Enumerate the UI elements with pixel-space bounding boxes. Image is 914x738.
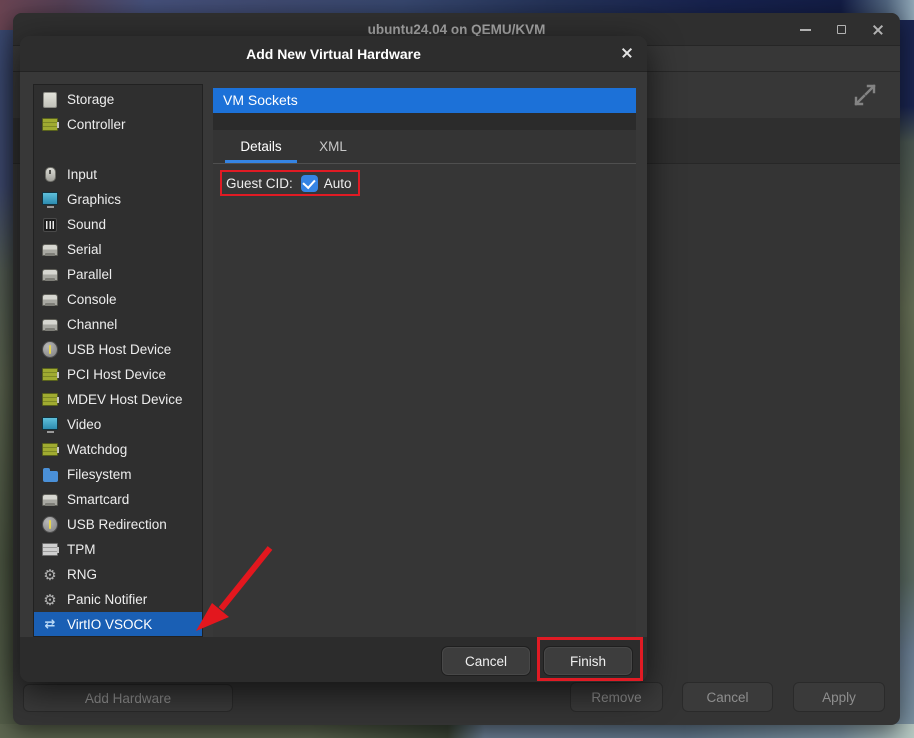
speaker-icon [42, 217, 58, 233]
port-icon [42, 242, 58, 258]
cancel-button[interactable]: Cancel [441, 646, 531, 676]
panel-content: Guest CID: Auto [213, 164, 636, 637]
guest-cid-label: Guest CID: [226, 176, 293, 191]
mouse-icon [42, 167, 58, 183]
sidebar-item-label: Video [67, 417, 101, 432]
fullscreen-icon[interactable] [852, 82, 878, 108]
hardware-type-list: Storage Controller Input Graphics Sound Seria… [33, 84, 203, 637]
finish-annotation-rect [537, 637, 643, 681]
sidebar-item-parallel[interactable]: Parallel [34, 262, 202, 287]
sidebar-item-label: Serial [67, 242, 102, 257]
panel-header: VM Sockets [213, 88, 636, 113]
sidebar-item-label: Console [67, 292, 117, 307]
sidebar-item-label: TPM [67, 542, 96, 557]
tab-details[interactable]: Details [225, 130, 297, 163]
sidebar-item-tpm[interactable]: TPM [34, 537, 202, 562]
sidebar-item-label: VirtIO VSOCK [67, 617, 152, 632]
sidebar-item-watchdog[interactable]: Watchdog [34, 437, 202, 462]
sidebar-item-label: RNG [67, 567, 97, 582]
sidebar-item-label: Channel [67, 317, 117, 332]
sidebar-item-video[interactable]: Video [34, 412, 202, 437]
chip-green-icon [42, 442, 58, 458]
sidebar-spacer [34, 137, 202, 162]
dialog-close-icon[interactable] [621, 47, 633, 59]
sidebar-item-panic-notifier[interactable]: ⚙ Panic Notifier [34, 587, 202, 612]
arrows-icon: ⇄ [42, 617, 58, 633]
sidebar-item-label: Smartcard [67, 492, 129, 507]
auto-checkbox[interactable] [301, 175, 318, 192]
tab-xml[interactable]: XML [297, 130, 369, 163]
sidebar-item-pci-host-device[interactable]: PCI Host Device [34, 362, 202, 387]
sidebar-item-label: Storage [67, 92, 114, 107]
chip-green-icon [42, 392, 58, 408]
sidebar-item-graphics[interactable]: Graphics [34, 187, 202, 212]
auto-checkbox-label: Auto [324, 176, 352, 191]
sidebar-item-label: Input [67, 167, 97, 182]
sidebar-item-label: Graphics [67, 192, 121, 207]
wallpaper-bottom-strip [0, 724, 914, 738]
sidebar-item-label: PCI Host Device [67, 367, 166, 382]
port-icon [42, 492, 58, 508]
port-icon [42, 267, 58, 283]
remove-button[interactable]: Remove [570, 682, 663, 712]
sidebar-item-filesystem[interactable]: Filesystem [34, 462, 202, 487]
disk-icon [42, 92, 58, 108]
sidebar-item-console[interactable]: Console [34, 287, 202, 312]
add-hardware-button[interactable]: Add Hardware [23, 684, 233, 712]
vm-window-title: ubuntu24.04 on QEMU/KVM [368, 22, 546, 37]
sidebar-item-smartcard[interactable]: Smartcard [34, 487, 202, 512]
port-icon [42, 317, 58, 333]
sidebar-item-serial[interactable]: Serial [34, 237, 202, 262]
add-hardware-dialog: Add New Virtual Hardware Storage Controll… [20, 36, 647, 682]
gear-icon: ⚙ [42, 592, 58, 608]
sidebar-item-controller[interactable]: Controller [34, 112, 202, 137]
close-icon[interactable] [872, 24, 884, 36]
chip-green-icon [42, 117, 58, 133]
chip-gray-icon [42, 542, 58, 558]
sidebar-item-label: Watchdog [67, 442, 127, 457]
chip-green-icon [42, 367, 58, 383]
monitor-icon [42, 417, 58, 433]
sidebar-item-rng[interactable]: ⚙ RNG [34, 562, 202, 587]
sidebar-item-input[interactable]: Input [34, 162, 202, 187]
sidebar-item-sound[interactable]: Sound [34, 212, 202, 237]
sidebar-item-usb-host-device[interactable]: USB Host Device [34, 337, 202, 362]
apply-button[interactable]: Apply [793, 682, 885, 712]
sidebar-item-label: MDEV Host Device [67, 392, 183, 407]
usb-icon [42, 342, 58, 358]
monitor-icon [42, 192, 58, 208]
sidebar-item-mdev-host-device[interactable]: MDEV Host Device [34, 387, 202, 412]
minimize-icon[interactable] [800, 29, 811, 31]
usb-icon [42, 517, 58, 533]
dialog-titlebar[interactable]: Add New Virtual Hardware [20, 36, 647, 72]
sidebar-item-channel[interactable]: Channel [34, 312, 202, 337]
sidebar-item-label: Parallel [67, 267, 112, 282]
sidebar-item-virtio-vsock[interactable]: ⇄ VirtIO VSOCK [34, 612, 202, 637]
sidebar-item-label: Panic Notifier [67, 592, 147, 607]
sidebar-item-label: Sound [67, 217, 106, 232]
gear-icon: ⚙ [42, 567, 58, 583]
dialog-title: Add New Virtual Hardware [246, 46, 421, 62]
folder-icon [42, 467, 58, 483]
panel-gap [213, 113, 636, 130]
sidebar-item-usb-redirection[interactable]: USB Redirection [34, 512, 202, 537]
maximize-icon[interactable] [837, 25, 846, 34]
window-controls [800, 13, 884, 46]
tab-bar: DetailsXML [213, 130, 636, 164]
sidebar-item-label: Filesystem [67, 467, 132, 482]
sidebar-item-label: USB Redirection [67, 517, 167, 532]
port-icon [42, 292, 58, 308]
sidebar-item-storage[interactable]: Storage [34, 87, 202, 112]
sidebar-item-label: USB Host Device [67, 342, 171, 357]
guest-cid-annotation-rect: Guest CID: Auto [220, 170, 360, 196]
sidebar-item-label: Controller [67, 117, 126, 132]
vm-cancel-button[interactable]: Cancel [682, 682, 773, 712]
